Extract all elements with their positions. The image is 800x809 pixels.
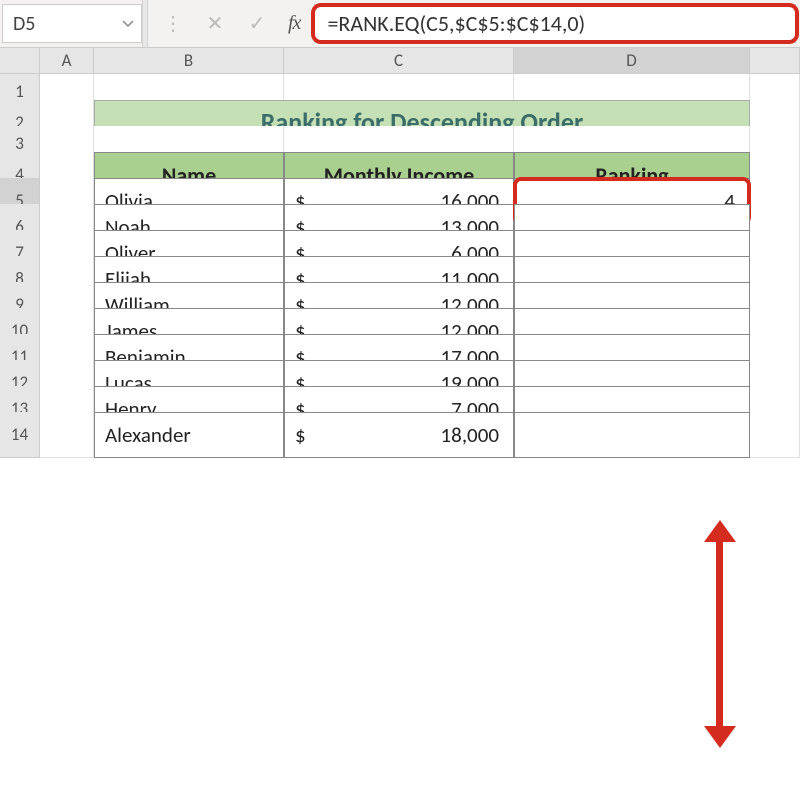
worksheet-grid[interactable]: A B C D 1 2 Ranking for Descending Order… xyxy=(0,48,800,438)
cell[interactable] xyxy=(750,412,800,458)
select-all-corner[interactable] xyxy=(0,48,40,74)
arrow-line xyxy=(716,536,723,732)
arrow-down-icon xyxy=(704,726,736,748)
row-header-14[interactable]: 14 xyxy=(0,412,40,458)
table-row[interactable]: $18,000 xyxy=(284,412,514,458)
cell-value: Alexander xyxy=(105,422,191,448)
currency-symbol: $ xyxy=(295,422,306,448)
name-box[interactable]: D5 xyxy=(2,4,142,43)
col-header-C[interactable]: C xyxy=(284,48,514,74)
confirm-icon[interactable]: ✓ xyxy=(246,13,268,35)
name-box-value: D5 xyxy=(13,12,35,36)
formula-controls: ⋮ ✕ ✓ fx xyxy=(148,0,314,47)
formula-input[interactable]: =RANK.EQ(C5,$C$5:$C$14,0) xyxy=(314,4,796,43)
cell-value: 18,000 xyxy=(441,422,499,448)
table-row[interactable]: Alexander xyxy=(94,412,284,458)
cell[interactable] xyxy=(40,412,94,458)
col-header-D[interactable]: D xyxy=(514,48,750,74)
col-header-A[interactable]: A xyxy=(40,48,94,74)
fx-icon[interactable]: fx xyxy=(288,12,300,35)
formula-text: =RANK.EQ(C5,$C$5:$C$14,0) xyxy=(327,10,585,37)
table-row[interactable] xyxy=(514,412,750,458)
formula-bar: D5 ⋮ ✕ ✓ fx =RANK.EQ(C5,$C$5:$C$14,0) xyxy=(0,0,800,48)
arrow-up-icon xyxy=(704,520,736,542)
chevron-down-icon[interactable] xyxy=(119,5,137,42)
col-header-B[interactable]: B xyxy=(94,48,284,74)
col-header-empty[interactable] xyxy=(750,48,800,74)
cancel-icon[interactable]: ✕ xyxy=(204,13,226,35)
separator-dots-icon: ⋮ xyxy=(162,13,184,35)
